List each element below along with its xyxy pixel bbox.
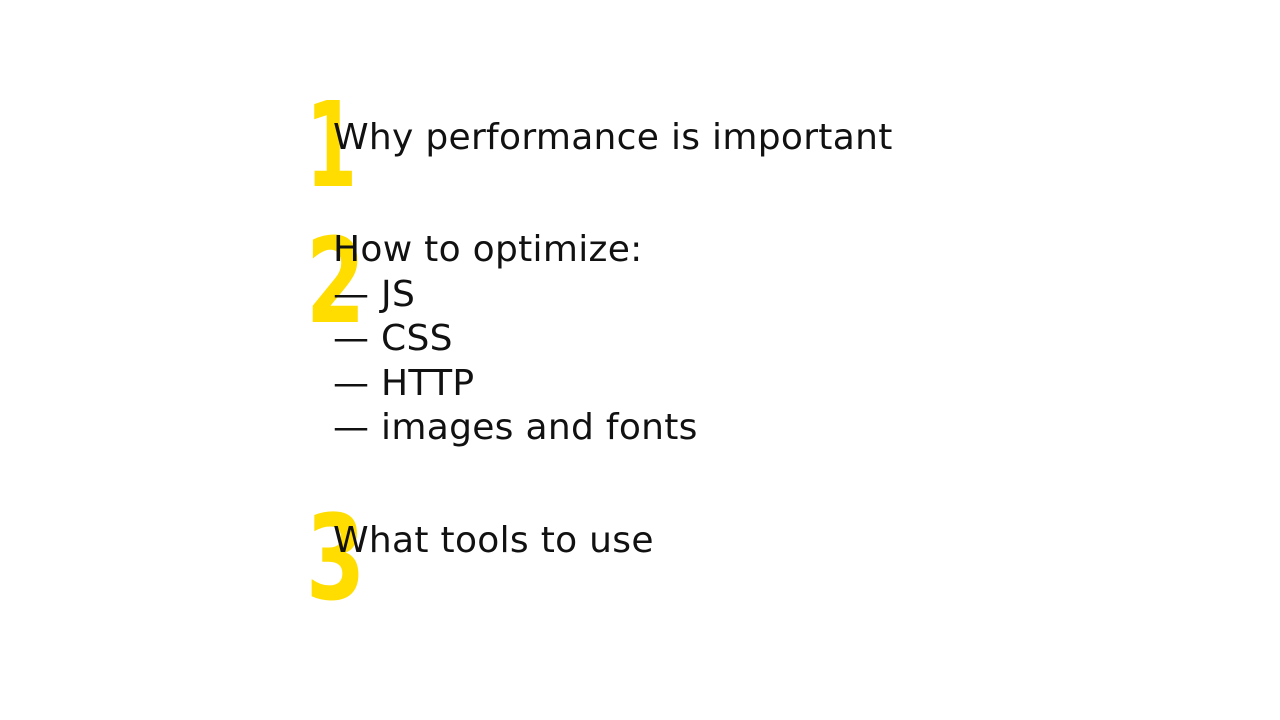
item-subitem-css: — CSS [333,318,453,359]
item-title-1: Why performance is important [333,117,893,158]
slide: 1 Why performance is important 2 How to … [0,0,1280,720]
item-title-2: How to optimize: [333,229,643,270]
item-subitem-images-fonts: — images and fonts [333,407,698,448]
item-text-2: How to optimize: — JS — CSS — HTTP — ima… [333,228,698,451]
item-subitem-js: — JS [333,273,416,315]
item-subitem-http: — HTTP [333,362,475,404]
item-text-3: What tools to use [333,519,654,564]
agenda-item-1: 1 Why performance is important [306,86,893,204]
item-text-1: Why performance is important [333,116,893,161]
agenda-item-3: 3 What tools to use [306,499,654,617]
agenda-item-2: 2 How to optimize: — JS — CSS — HTTP — i… [306,222,698,451]
item-title-3: What tools to use [333,520,654,561]
